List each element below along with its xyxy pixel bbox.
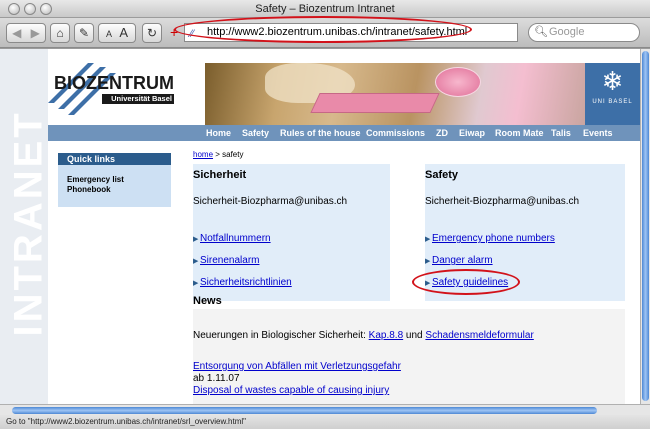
forward-arrow-icon[interactable]: ▶ (31, 26, 40, 40)
vertical-scrollbar[interactable] (640, 49, 650, 404)
link-kap-8-8[interactable]: Kap.8.8 (369, 330, 403, 341)
link-arrow-icon: ▶ (425, 236, 431, 243)
link-safety-guidelines[interactable]: Safety guidelines (432, 277, 508, 288)
breadcrumb-home-link[interactable]: home (193, 150, 213, 159)
main-nav: Home Safety Rules of the house Commissio… (48, 125, 640, 141)
vertical-scroll-thumb[interactable] (642, 51, 649, 401)
quick-link-emergency[interactable]: Emergency list (58, 175, 171, 185)
minimize-window-button[interactable] (24, 3, 36, 15)
browser-toolbar: ◀ ▶ ⌂ ✎ A A ↻ + ⁄⁄ http://www2.biozentru… (0, 18, 650, 48)
quick-links-box: Quick links Emergency list Phonebook (58, 153, 171, 207)
zoom-window-button[interactable] (40, 3, 52, 15)
window-titlebar: Safety – Biozentrum Intranet (0, 0, 650, 18)
unibas-logo-text: UNI BASEL (592, 99, 633, 105)
snowflake-icon: ❄ (601, 66, 624, 96)
logo-subtitle: Universität Basel (102, 94, 174, 104)
well-plate-shape (310, 93, 440, 113)
nav-talis[interactable]: Talis (551, 125, 571, 141)
edit-button[interactable]: ✎ (74, 23, 94, 43)
status-bar: Go to "http://www2.biozentrum.unibas.ch/… (0, 415, 650, 429)
search-icon: 🔍︎ (534, 26, 548, 38)
safety-title: Safety (425, 169, 459, 181)
link-sicherheitsrichtlinien[interactable]: Sicherheitsrichtlinien (200, 277, 292, 288)
address-bar[interactable]: ⁄⁄ http://www2.biozentrum.unibas.ch/intr… (184, 23, 518, 42)
link-entsorgung[interactable]: Entsorgung von Abfällen mit Verletzungsg… (193, 361, 401, 372)
pencil-icon: ✎ (78, 26, 90, 40)
breadcrumb: home > safety (193, 150, 243, 159)
home-button[interactable]: ⌂ (50, 23, 70, 43)
search-placeholder: Google (549, 26, 585, 38)
nav-commissions[interactable]: Commissions (366, 125, 425, 141)
breadcrumb-current: > safety (213, 150, 244, 159)
home-icon: ⌂ (56, 26, 64, 40)
quick-link-phonebook[interactable]: Phonebook (58, 185, 171, 195)
link-notfallnummern[interactable]: Notfallnummern (200, 233, 271, 244)
back-arrow-icon[interactable]: ◀ (12, 26, 21, 40)
link-schadensmeldeformular[interactable]: Schadensmeldeformular (425, 330, 533, 341)
text-size-buttons[interactable]: A A (98, 23, 136, 43)
nav-rules[interactable]: Rules of the house (280, 125, 361, 141)
horizontal-scroll-thumb[interactable] (12, 407, 597, 414)
horizontal-scrollbar[interactable] (0, 404, 650, 415)
nav-home[interactable]: Home (206, 125, 231, 141)
nav-events[interactable]: Events (583, 125, 613, 141)
link-sirenenalarm[interactable]: Sirenenalarm (200, 255, 259, 266)
link-danger-alarm[interactable]: Danger alarm (432, 255, 493, 266)
link-arrow-icon: ▶ (425, 258, 431, 265)
link-arrow-icon: ▶ (193, 258, 199, 265)
sicherheit-email[interactable]: Sicherheit-Biozpharma@unibas.ch (193, 196, 347, 207)
link-arrow-icon: ▶ (425, 280, 431, 287)
link-disposal-of-wastes[interactable]: Disposal of wastes capable of causing in… (193, 385, 389, 396)
header-banner-image (205, 63, 585, 125)
quick-links-title: Quick links (58, 153, 171, 165)
address-url[interactable]: http://www2.biozentrum.unibas.ch/intrane… (207, 26, 467, 38)
petri-dish-shape (435, 67, 481, 97)
link-arrow-icon: ▶ (193, 236, 199, 243)
search-field[interactable]: 🔍︎ Google (528, 23, 640, 42)
nav-room-mate[interactable]: Room Mate (495, 125, 544, 141)
reload-button[interactable]: ↻ (142, 23, 162, 43)
window-title: Safety – Biozentrum Intranet (255, 3, 395, 15)
text-smaller-button[interactable]: A (106, 29, 112, 39)
nav-safety[interactable]: Safety (242, 125, 269, 141)
reload-icon: ↻ (146, 26, 158, 40)
news-item-1-text: Neuerungen in Biologischer Sicherheit: (193, 330, 369, 341)
nav-eiwap[interactable]: Eiwap (459, 125, 485, 141)
news-item-2-date: ab 1.11.07 (193, 373, 240, 384)
intranet-sidebar: INTRANET (0, 49, 51, 404)
close-window-button[interactable] (8, 3, 20, 15)
unibas-logo[interactable]: ❄ UNI BASEL (585, 63, 640, 125)
news-item-1-and: und (403, 330, 426, 341)
text-bigger-button[interactable]: A (119, 25, 128, 40)
link-arrow-icon: ▶ (193, 280, 199, 287)
safety-email[interactable]: Sicherheit-Biozpharma@unibas.ch (425, 196, 579, 207)
link-emergency-phone-numbers[interactable]: Emergency phone numbers (432, 233, 555, 244)
biozentrum-logo[interactable]: BIOZENTRUM Universität Basel (48, 63, 205, 125)
intranet-side-label: INTRANET (6, 110, 51, 337)
nav-zd[interactable]: ZD (436, 125, 448, 141)
sicherheit-title: Sicherheit (193, 169, 247, 181)
page-icon: ⁄⁄ (190, 28, 194, 40)
back-forward-buttons[interactable]: ◀ ▶ (6, 23, 46, 43)
news-item-1: Neuerungen in Biologischer Sicherheit: K… (193, 330, 534, 341)
logo-word: BIOZENTRUM (54, 73, 174, 93)
add-bookmark-button[interactable]: + (170, 24, 178, 40)
web-page: INTRANET BIOZENTRUM Universität Basel ❄ … (0, 49, 640, 404)
news-title: News (193, 295, 222, 307)
